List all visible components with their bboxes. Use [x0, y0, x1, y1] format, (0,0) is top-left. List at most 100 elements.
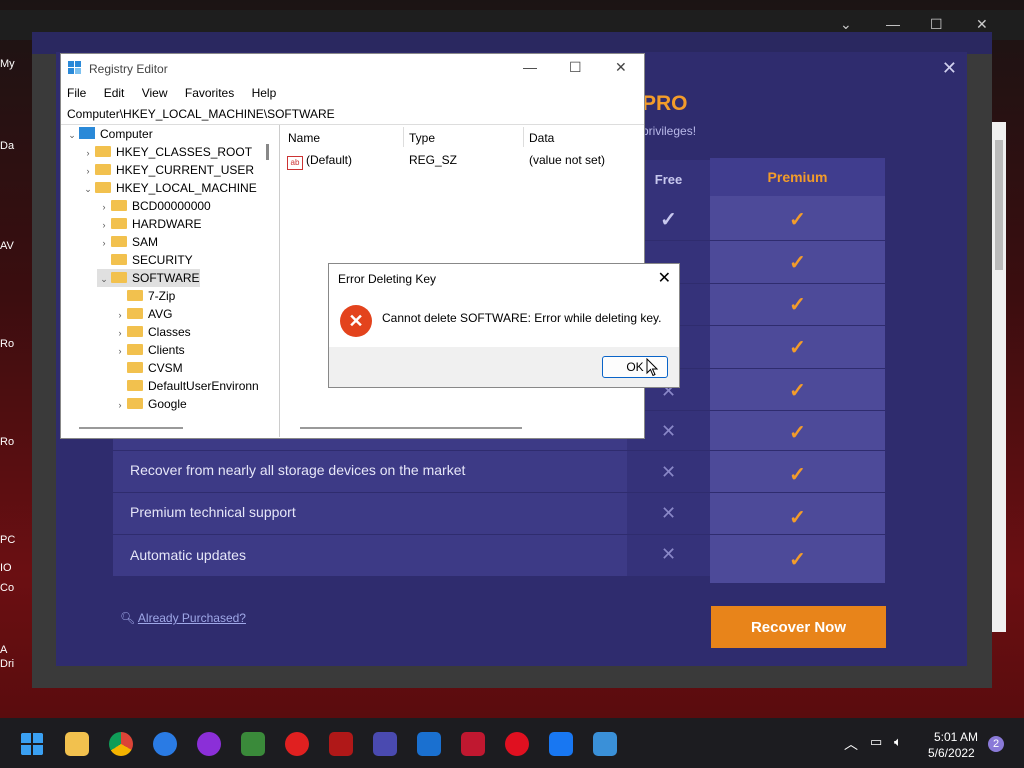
background-scrollbar[interactable]: [992, 122, 1006, 632]
error-dialog: Error Deleting Key ✕ ✕ Cannot delete SOF…: [328, 263, 680, 388]
minimize-icon[interactable]: —: [886, 16, 900, 32]
already-purchased-link[interactable]: 🔍︎ Already Purchased?: [120, 611, 246, 625]
tree-item[interactable]: › SAM: [97, 233, 159, 252]
desktop-icon-label: Ro: [0, 436, 15, 448]
desktop-icon[interactable]: Da: [0, 140, 28, 180]
windows-start-icon[interactable]: [20, 732, 44, 756]
folder-icon: [127, 398, 143, 409]
feature-label: Recover from nearly all storage devices …: [130, 462, 466, 478]
chevron-right-icon[interactable]: ›: [113, 342, 127, 360]
app-icon[interactable]: [373, 732, 397, 756]
tree-item[interactable]: › HKEY_CURRENT_USER: [81, 161, 255, 180]
shield-icon[interactable]: [417, 732, 441, 756]
chevron-right-icon[interactable]: ›: [97, 198, 111, 216]
tree-item[interactable]: › HKEY_CLASSES_ROOT: [81, 143, 253, 162]
tree-item[interactable]: ⌄ HKEY_LOCAL_MACHINE: [81, 179, 257, 197]
chevron-up-icon[interactable]: ︿: [844, 734, 858, 754]
network-icon[interactable]: ▭: [870, 734, 882, 750]
data-recovery-icon[interactable]: [593, 732, 617, 756]
row-divider: [113, 534, 885, 535]
cross-icon: ✕: [660, 462, 677, 482]
chrome-icon[interactable]: [109, 732, 133, 756]
chevron-right-icon[interactable]: ›: [97, 216, 111, 234]
minimize-icon[interactable]: —: [523, 59, 537, 75]
tree-item[interactable]: › Classes: [113, 323, 191, 341]
tree-item[interactable]: DefaultUserEnvironn: [113, 377, 259, 395]
tree-item[interactable]: › BCD00000000: [97, 197, 211, 215]
maximize-icon[interactable]: ☐: [930, 16, 943, 33]
desktop-icon[interactable]: AV: [0, 240, 28, 280]
close-icon[interactable]: ✕: [976, 16, 988, 33]
desktop-icon[interactable]: Ro: [0, 338, 28, 378]
address-bar[interactable]: Computer\HKEY_LOCAL_MACHINE\SOFTWARE: [61, 104, 644, 125]
chevron-right-icon[interactable]: ›: [113, 396, 127, 414]
tree-item-computer[interactable]: ⌄ Computer: [65, 125, 153, 143]
maximize-icon[interactable]: ☐: [569, 59, 582, 76]
folder-icon: [127, 308, 143, 319]
chevron-down-icon[interactable]: ⌄: [97, 270, 111, 288]
values-horizontal-scrollbar[interactable]: [300, 427, 522, 429]
tree-item[interactable]: › Clients: [113, 341, 185, 359]
ok-button[interactable]: OK: [602, 356, 668, 378]
check-icon: ✓: [789, 507, 806, 529]
cross-icon: ✕: [660, 544, 677, 564]
opera-gx-icon[interactable]: [197, 732, 221, 756]
upgrade-title: PRO: [642, 92, 688, 115]
check-icon: ✓: [789, 422, 806, 444]
chevron-right-icon[interactable]: ›: [97, 234, 111, 252]
menu-edit[interactable]: Edit: [104, 86, 125, 100]
tree-item[interactable]: CVSM: [113, 359, 183, 377]
recover-now-button[interactable]: Recover Now: [711, 606, 886, 648]
chevron-down-icon[interactable]: ⌄: [65, 126, 79, 144]
desktop-icon[interactable]: Co: [0, 582, 28, 622]
check-icon: ✓: [789, 380, 806, 402]
tree-item[interactable]: › Google: [113, 395, 187, 413]
desktop-icon[interactable]: Ro: [0, 436, 28, 476]
address-text: Computer\HKEY_LOCAL_MACHINE\SOFTWARE: [67, 107, 335, 121]
browser-icon[interactable]: [153, 732, 177, 756]
close-icon[interactable]: ✕: [615, 59, 627, 76]
chevron-right-icon[interactable]: ›: [81, 144, 95, 162]
notification-badge[interactable]: 2: [988, 736, 1004, 752]
clock-date[interactable]: 5/6/2022: [928, 746, 975, 760]
clock-time[interactable]: 5:01 AM: [934, 730, 978, 744]
menu-file[interactable]: File: [67, 86, 86, 100]
tree-item[interactable]: › HARDWARE: [97, 215, 202, 233]
tree-item-software-selected[interactable]: ⌄ SOFTWARE: [97, 269, 200, 287]
menu-view[interactable]: View: [142, 86, 168, 100]
shield-icon[interactable]: [241, 732, 265, 756]
column-header-data[interactable]: Data: [529, 131, 554, 145]
volume-icon[interactable]: 🔈︎: [894, 734, 902, 750]
value-data: (value not set): [529, 153, 606, 167]
opera-icon[interactable]: [505, 732, 529, 756]
app-icon[interactable]: [329, 732, 353, 756]
recorder-icon[interactable]: [461, 732, 485, 756]
registry-titlebar[interactable]: Registry Editor — ☐ ✕: [61, 54, 644, 84]
value-row[interactable]: ab (Default): [287, 153, 352, 170]
desktop-icon[interactable]: Dri: [0, 658, 28, 698]
column-header-type[interactable]: Type: [409, 131, 435, 145]
desktop-icon[interactable]: My: [0, 58, 28, 98]
chevron-right-icon[interactable]: ›: [81, 162, 95, 180]
tree-item[interactable]: SECURITY: [97, 251, 193, 269]
chevron-down-icon[interactable]: ⌄: [81, 180, 95, 198]
tree-item[interactable]: › AVG: [113, 305, 173, 324]
menu-help[interactable]: Help: [252, 86, 277, 100]
scrollbar-thumb[interactable]: [995, 140, 1003, 270]
close-icon[interactable]: ✕: [942, 58, 957, 79]
desktop-icon-label: IO: [0, 562, 12, 574]
tree-item[interactable]: 7-Zip: [113, 287, 175, 305]
tree-vertical-scrollbar[interactable]: [266, 144, 269, 160]
chevron-down-icon[interactable]: ⌄: [840, 16, 852, 33]
registry-menubar: File Edit View Favorites Help: [67, 86, 290, 102]
chevron-right-icon[interactable]: ›: [113, 324, 127, 342]
menu-favorites[interactable]: Favorites: [185, 86, 234, 100]
column-header-name[interactable]: Name: [288, 131, 320, 145]
yandex-icon[interactable]: [285, 732, 309, 756]
pane-splitter[interactable]: [279, 125, 280, 437]
file-explorer-icon[interactable]: [65, 732, 89, 756]
chevron-right-icon[interactable]: ›: [113, 306, 127, 324]
facebook-icon[interactable]: [549, 732, 573, 756]
close-icon[interactable]: ✕: [658, 268, 671, 288]
tree-horizontal-scrollbar[interactable]: [79, 427, 183, 429]
